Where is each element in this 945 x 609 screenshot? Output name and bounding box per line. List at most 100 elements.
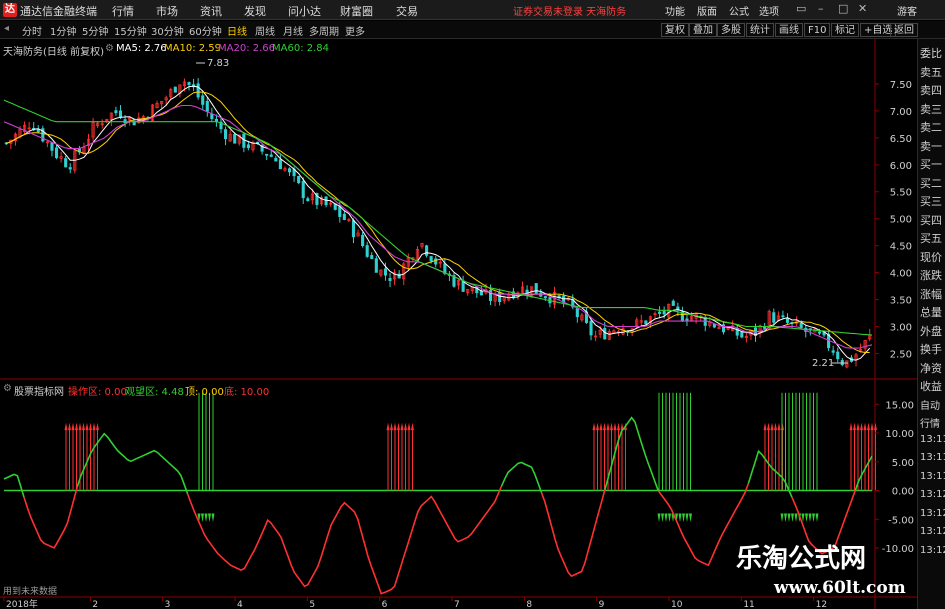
settings-icon[interactable]: ⚙: [105, 43, 114, 54]
red-arrow-icon: [870, 422, 874, 431]
menu-ask[interactable]: 问小达: [288, 3, 321, 19]
mark-button[interactable]: 标记: [831, 23, 859, 37]
green-arrow-icon: [685, 513, 689, 523]
chat-icon[interactable]: ▭: [796, 2, 806, 15]
candle-body: [269, 154, 273, 157]
multi-stock-button[interactable]: 多股: [717, 23, 745, 37]
green-arrow-icon: [815, 513, 819, 523]
time-tick-label: 2: [92, 600, 98, 609]
side-item[interactable]: 卖四: [920, 82, 942, 98]
tool-function[interactable]: 功能: [665, 3, 685, 18]
period-tab[interactable]: 60分钟: [189, 23, 222, 38]
side-item[interactable]: 买一: [920, 156, 942, 172]
maximize-icon[interactable]: □: [838, 2, 848, 15]
red-arrow-icon: [68, 422, 71, 431]
period-tab[interactable]: 30分钟: [151, 23, 184, 38]
side-item[interactable]: 行情: [920, 415, 940, 430]
side-item[interactable]: 13:12: [920, 526, 945, 537]
candle-body: [246, 144, 250, 149]
menu-wealth[interactable]: 财富圈: [340, 3, 373, 19]
menu-trade[interactable]: 交易: [396, 3, 418, 19]
side-item[interactable]: 13:12: [920, 489, 945, 500]
close-icon[interactable]: ✕: [858, 2, 867, 15]
side-item[interactable]: 买四: [920, 212, 942, 228]
minimize-icon[interactable]: –: [818, 2, 824, 15]
side-item[interactable]: 13:12: [920, 545, 945, 556]
period-tab[interactable]: 15分钟: [114, 23, 147, 38]
side-item[interactable]: 卖三: [920, 101, 942, 117]
stats-button[interactable]: 统计: [746, 23, 774, 37]
period-tab[interactable]: 5分钟: [82, 23, 108, 38]
candle-body: [479, 291, 483, 296]
period-tab[interactable]: 多周期: [309, 23, 339, 38]
red-arrow-icon: [874, 422, 877, 431]
back-button[interactable]: 返回: [890, 23, 918, 37]
period-tab-active[interactable]: 日线: [227, 23, 247, 38]
time-tick-label: 8: [526, 600, 532, 609]
side-item[interactable]: 净资: [920, 360, 942, 376]
menu-quotes[interactable]: 行情: [112, 3, 134, 19]
side-item[interactable]: 自动: [920, 397, 940, 412]
tool-formula[interactable]: 公式: [729, 3, 749, 18]
menu-news[interactable]: 资讯: [200, 3, 222, 19]
candle-body: [365, 245, 369, 257]
side-item[interactable]: 外盘: [920, 323, 942, 339]
future-data-note: 用到未来数据: [3, 587, 58, 597]
side-item[interactable]: 委比: [920, 45, 942, 61]
side-item[interactable]: 13:11: [920, 434, 945, 445]
side-item[interactable]: 涨跌: [920, 267, 942, 283]
time-tick-label: 6: [382, 600, 388, 609]
side-item[interactable]: 卖二: [920, 119, 942, 135]
side-item[interactable]: 换手: [920, 341, 942, 357]
green-arrow-icon: [668, 513, 671, 523]
side-item[interactable]: 13:11: [920, 452, 945, 463]
menu-market[interactable]: 市场: [156, 3, 178, 19]
side-item[interactable]: 买三: [920, 193, 942, 209]
side-item[interactable]: 卖五: [920, 64, 942, 80]
red-arrow-icon: [606, 422, 610, 431]
user-label[interactable]: 游客: [897, 3, 917, 18]
red-arrow-icon: [85, 422, 89, 431]
tool-options[interactable]: 选项: [759, 3, 779, 18]
price-tick-label: 5.00: [890, 215, 912, 226]
ma10-legend: MA10: 2.59: [164, 43, 222, 54]
side-item[interactable]: 买二: [920, 175, 942, 191]
green-arrow-icon: [204, 513, 208, 523]
login-status[interactable]: 证券交易未登录 天海防务: [513, 3, 626, 18]
candle-body: [342, 213, 346, 220]
side-item[interactable]: 现价: [920, 249, 942, 265]
side-item[interactable]: 涨幅: [920, 286, 942, 302]
candle-body: [785, 318, 790, 323]
period-tab-more[interactable]: 更多: [345, 23, 365, 38]
period-tab[interactable]: 分时: [22, 23, 42, 38]
watch-zone-legend: 观望区: 4.48: [125, 387, 184, 398]
kline-chart[interactable]: 7.50 7.00 6.50 6.00 5.50 5.00 4.50 4.00 3.50 3.00…: [0, 39, 917, 609]
period-tab[interactable]: 1分钟: [50, 23, 76, 38]
candle-body: [201, 95, 205, 105]
side-item[interactable]: 13:11: [920, 471, 945, 482]
side-item[interactable]: 收益: [920, 378, 942, 394]
candle-body: [799, 322, 803, 329]
side-item[interactable]: 卖一: [920, 138, 942, 154]
candle-body: [831, 350, 835, 353]
period-tab[interactable]: 周线: [255, 23, 275, 38]
candle-body: [114, 110, 118, 114]
quote-sidepanel: 委比卖五卖四卖三卖二卖一买一买二买三买四买五现价涨跌涨幅总量外盘换手净资收益自动…: [917, 39, 945, 609]
settings-icon[interactable]: ⚙: [3, 383, 12, 394]
time-tick-label: 9: [599, 600, 605, 609]
stock-legend: 天海防务(日线 前复权): [3, 47, 104, 58]
candle-body: [210, 113, 214, 119]
tool-layout[interactable]: 版面: [697, 3, 717, 18]
side-item[interactable]: 总量: [920, 304, 942, 320]
menu-discover[interactable]: 发现: [244, 3, 266, 19]
period-arrow-icon[interactable]: ◂: [4, 23, 9, 34]
green-arrow-icon: [657, 513, 661, 523]
draw-line-button[interactable]: 画线: [775, 23, 803, 37]
adjust-button[interactable]: 复权: [661, 23, 689, 37]
f10-button[interactable]: F10: [804, 23, 831, 37]
overlay-button[interactable]: 叠加: [689, 23, 717, 37]
period-tab[interactable]: 月线: [283, 23, 303, 38]
side-item[interactable]: 13:12: [920, 508, 945, 519]
ma5-legend: MA5: 2.76: [116, 43, 167, 54]
side-item[interactable]: 买五: [920, 230, 942, 246]
